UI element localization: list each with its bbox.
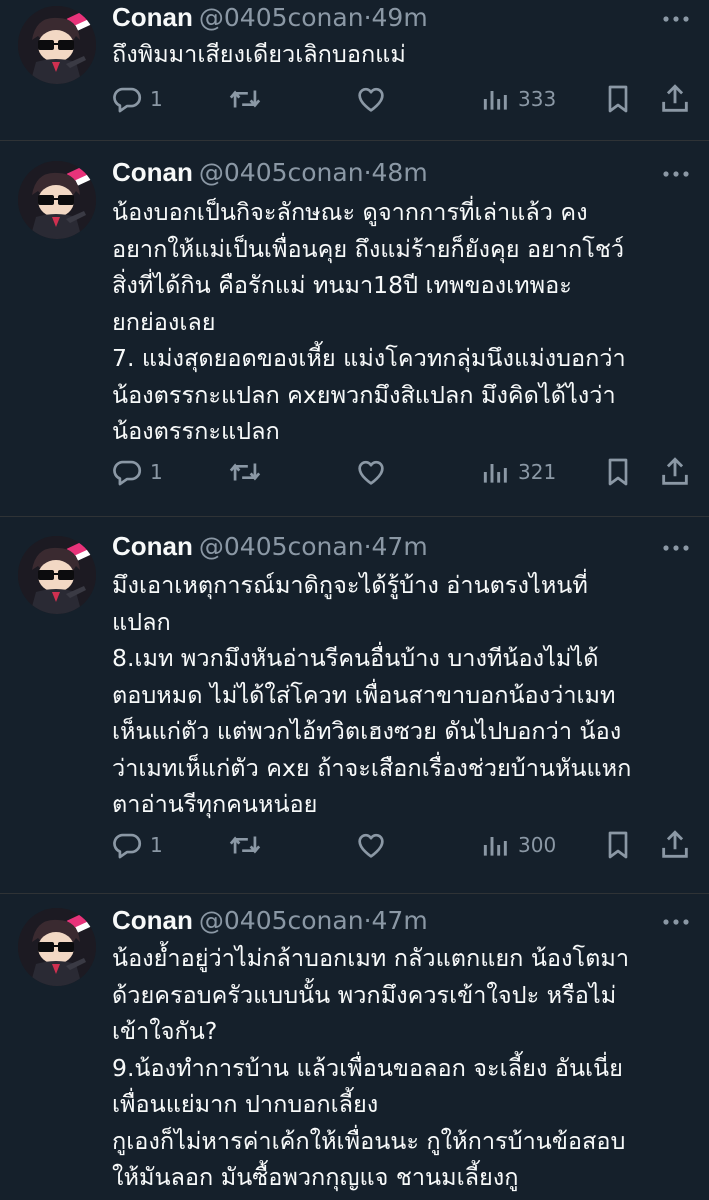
tweet[interactable]: Conan @0405conan·48m น้องบอกเป็นกิจะลักษณ…	[0, 141, 709, 517]
reply-icon	[113, 87, 142, 113]
share-button[interactable]	[658, 827, 692, 863]
views-button[interactable]: 321	[480, 454, 556, 490]
views-icon	[483, 464, 507, 483]
like-icon	[358, 460, 384, 485]
retweet-icon	[229, 836, 261, 854]
tweet[interactable]: Conan @0405conan·49m ถึงพิมมาเสียงเดียวเล…	[0, 0, 709, 141]
bookmark-button[interactable]	[602, 827, 634, 863]
avatar[interactable]	[18, 161, 96, 239]
tweet-text: น้องบอกเป็นกิจะลักษณะ ดูจากการที่เล่าแล้…	[112, 198, 626, 445]
like-button[interactable]	[354, 827, 388, 863]
user-handle[interactable]: @0405conan	[199, 158, 364, 187]
avatar[interactable]	[18, 908, 96, 986]
reply-button[interactable]: 1	[110, 81, 163, 117]
avatar[interactable]	[18, 536, 96, 614]
view-count: 300	[518, 833, 557, 857]
share-button[interactable]	[658, 81, 692, 117]
reply-icon	[113, 460, 142, 486]
display-name[interactable]: Conan	[112, 531, 193, 561]
tweet-text: ถึงพิมมาเสียงเดียวเลิกบอกแม่	[112, 40, 406, 68]
views-button[interactable]: 300	[480, 827, 556, 863]
view-count: 333	[518, 87, 557, 111]
more-icon[interactable]	[657, 533, 695, 563]
bookmark-icon	[608, 831, 628, 859]
separator-dot: ·	[363, 158, 372, 187]
tweet[interactable]: Conan @0405conan·47m น้องย้ำอยู่ว่าไม่กล้…	[0, 894, 709, 1200]
share-icon	[662, 457, 688, 485]
bookmark-icon	[608, 458, 628, 486]
separator-dot: ·	[363, 906, 372, 935]
reply-icon	[113, 833, 142, 859]
bookmark-button[interactable]	[602, 454, 634, 490]
more-icon[interactable]	[657, 4, 695, 34]
display-name[interactable]: Conan	[112, 157, 193, 187]
reply-button[interactable]: 1	[110, 454, 163, 490]
share-icon	[662, 830, 688, 858]
retweet-icon	[229, 463, 261, 481]
avatar[interactable]	[18, 6, 96, 84]
tweet[interactable]: Conan @0405conan·47m มึงเอาเหตุการณ์มาดิก…	[0, 517, 709, 894]
display-name[interactable]: Conan	[112, 905, 193, 935]
timestamp[interactable]: 49m	[372, 3, 428, 32]
reply-count: 1	[150, 460, 163, 484]
retweet-button[interactable]	[228, 81, 262, 117]
tweet-actions: 1 321	[110, 454, 700, 490]
separator-dot: ·	[363, 532, 372, 561]
retweet-button[interactable]	[228, 454, 262, 490]
user-handle[interactable]: @0405conan	[199, 906, 364, 935]
views-icon	[483, 837, 507, 856]
like-button[interactable]	[354, 454, 388, 490]
more-icon[interactable]	[657, 159, 695, 189]
timestamp[interactable]: 48m	[372, 158, 428, 187]
tweet-header: Conan @0405conan·47m	[112, 531, 428, 562]
timestamp[interactable]: 47m	[372, 532, 428, 561]
share-button[interactable]	[658, 454, 692, 490]
display-name[interactable]: Conan	[112, 2, 193, 32]
user-handle[interactable]: @0405conan	[199, 532, 364, 561]
reply-button[interactable]: 1	[110, 827, 163, 863]
timestamp[interactable]: 47m	[372, 906, 428, 935]
bookmark-button[interactable]	[602, 81, 634, 117]
reply-count: 1	[150, 87, 163, 111]
more-icon[interactable]	[657, 907, 695, 937]
like-button[interactable]	[354, 81, 388, 117]
tweet-actions: 1 300	[110, 827, 700, 863]
reply-count: 1	[150, 833, 163, 857]
retweet-button[interactable]	[228, 827, 262, 863]
like-icon	[358, 87, 384, 112]
tweet-header: Conan @0405conan·47m	[112, 905, 428, 936]
separator-dot: ·	[363, 3, 372, 32]
tweet-header: Conan @0405conan·48m	[112, 157, 428, 188]
tweet-text: มึงเอาเหตุการณ์มาดิกูจะได้รู้บ้าง อ่านตร…	[112, 571, 632, 818]
bookmark-icon	[608, 85, 628, 113]
retweet-icon	[229, 90, 261, 108]
tweet-actions: 1 333	[110, 81, 700, 117]
like-icon	[358, 833, 384, 858]
tweet-header: Conan @0405conan·49m	[112, 2, 428, 33]
tweet-text: น้องย้ำอยู่ว่าไม่กล้าบอกเมท กลัวแตกแยก น…	[112, 944, 630, 1191]
view-count: 321	[518, 460, 557, 484]
user-handle[interactable]: @0405conan	[199, 3, 364, 32]
views-icon	[483, 91, 507, 110]
views-button[interactable]: 333	[480, 81, 556, 117]
share-icon	[662, 84, 688, 112]
